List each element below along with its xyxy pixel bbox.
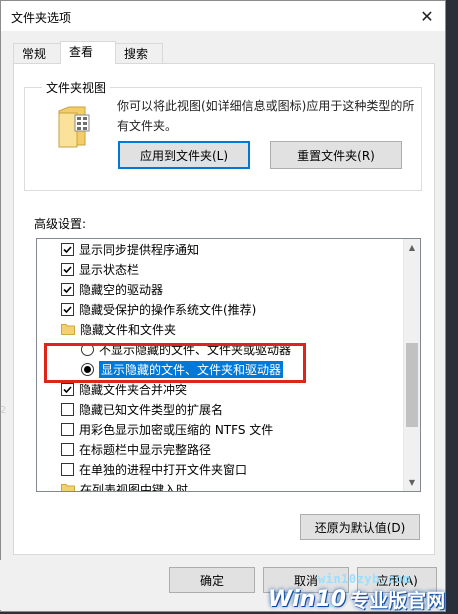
apply-to-folders-button[interactable]: 应用到文件夹(L) [118, 141, 250, 169]
watermark-logo: Win10 专业版官网 [268, 584, 445, 614]
folder-view-icon [58, 106, 90, 148]
window-title: 文件夹选项 [11, 11, 72, 25]
list-item-label: 隐藏文件夹合并冲突 [79, 382, 188, 397]
folder-view-group-label: 文件夹视图 [42, 79, 111, 96]
title-bar: 文件夹选项 ✕ [1, 1, 445, 31]
list-item-sync-notifications[interactable]: 显示同步提供程序通知 [61, 239, 199, 259]
tab-view[interactable]: 查看 [60, 41, 116, 64]
list-item-hide-protected-os-files[interactable]: 隐藏受保护的操作系统文件(推荐) [61, 299, 256, 319]
folder-icon [61, 324, 75, 335]
list-item-hide-extensions[interactable]: 隐藏已知文件类型的扩展名 [61, 399, 223, 419]
list-item-hide-empty-drives[interactable]: 隐藏空的驱动器 [61, 279, 163, 299]
list-item-hidden-files-group: 隐藏文件和文件夹 [61, 319, 176, 339]
scroll-down-icon[interactable]: ▼ [404, 474, 420, 491]
list-item-label: 在标题栏中显示完整路径 [79, 442, 212, 457]
list-item-dont-show-hidden[interactable]: 不显示隐藏的文件、文件夹或驱动器 [81, 339, 291, 359]
restore-defaults-button[interactable]: 还原为默认值(D) [300, 514, 420, 540]
list-item-label: 隐藏文件和文件夹 [80, 322, 177, 337]
list-item-typing-in-list-view: 在列表视图中键入时 [61, 479, 189, 492]
list-item-label: 在单独的进程中打开文件夹窗口 [79, 462, 248, 477]
checkbox[interactable] [61, 402, 74, 416]
folder-icon [61, 484, 75, 491]
radio-button-selected[interactable] [81, 362, 94, 376]
background-fragment: 2 [0, 405, 7, 416]
checkbox[interactable] [61, 422, 74, 436]
watermark-sub-text: 专业版官网 [350, 589, 446, 612]
tab-general[interactable]: 常规 [13, 43, 61, 63]
radio-button[interactable] [81, 342, 94, 356]
list-item-label: 隐藏空的驱动器 [79, 282, 164, 297]
advanced-settings-label: 高级设置: [34, 217, 87, 231]
vertical-scrollbar[interactable]: ▲ ▼ [403, 239, 420, 491]
list-item-label: 隐藏已知文件类型的扩展名 [79, 402, 224, 417]
list-item-show-hidden[interactable]: 显示隐藏的文件、文件夹和驱动器 [81, 359, 285, 379]
folder-view-description: 你可以将此视图(如详细信息或图标)应用于这种类型的所有文件夹。 [117, 99, 415, 133]
list-item-separate-process[interactable]: 在单独的进程中打开文件夹窗口 [61, 459, 247, 479]
tab-search[interactable]: 搜索 [115, 43, 163, 63]
checkbox[interactable] [61, 302, 74, 316]
checkbox[interactable] [61, 242, 74, 256]
list-item-label: 隐藏受保护的操作系统文件(推荐) [79, 302, 257, 317]
radio-dot [84, 365, 91, 373]
list-item-color-ntfs[interactable]: 用彩色显示加密或压缩的 NTFS 文件 [61, 419, 273, 439]
list-item-label: 在列表视图中键入时 [80, 482, 189, 492]
list-item-label: 显示同步提供程序通知 [79, 242, 200, 257]
checkbox[interactable] [61, 382, 74, 396]
scroll-up-icon[interactable]: ▲ [404, 239, 420, 256]
reset-folders-button[interactable]: 重置文件夹(R) [270, 141, 402, 169]
list-item-label: 不显示隐藏的文件、文件夹或驱动器 [99, 342, 292, 357]
ok-button[interactable]: 确定 [169, 567, 255, 593]
checkbox[interactable] [61, 282, 74, 296]
list-item-full-path-title[interactable]: 在标题栏中显示完整路径 [61, 439, 211, 459]
site-watermark: win10zyb.com Win10 专业版官网 [258, 568, 458, 614]
list-item-status-bar[interactable]: 显示状态栏 [61, 259, 139, 279]
list-item-label: 用彩色显示加密或压缩的 NTFS 文件 [79, 422, 274, 437]
checkbox[interactable] [61, 262, 74, 276]
checkbox[interactable] [61, 442, 74, 456]
close-icon[interactable]: ✕ [409, 1, 445, 31]
list-item-hide-merge-conflicts[interactable]: 隐藏文件夹合并冲突 [61, 379, 187, 399]
list-item-label: 显示状态栏 [79, 262, 140, 277]
scroll-thumb[interactable] [406, 343, 418, 427]
list-item-label-selected: 显示隐藏的文件、文件夹和驱动器 [97, 359, 285, 379]
advanced-settings-list[interactable]: 显示同步提供程序通知 显示状态栏 隐藏空的驱动器 隐藏受保护的操作系统文件(推荐… [36, 238, 421, 492]
checkbox[interactable] [61, 462, 74, 476]
watermark-main-text: Win10 [268, 586, 347, 612]
